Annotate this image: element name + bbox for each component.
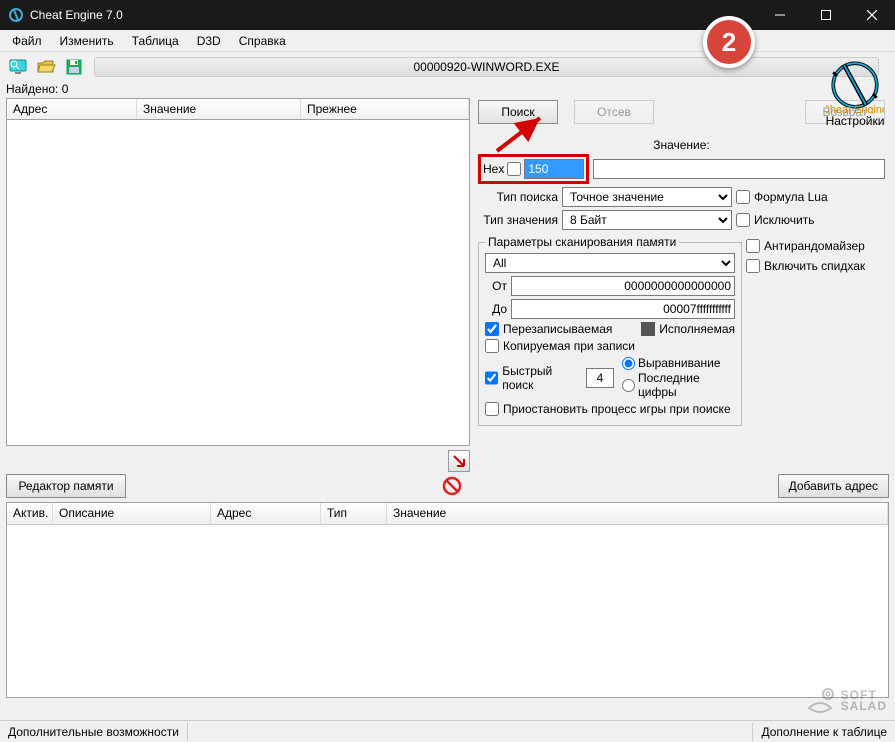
fastscan-value[interactable] — [586, 368, 614, 388]
toolbar: 00000920-WINWORD.EXE — [0, 52, 895, 82]
status-right[interactable]: Дополнение к таблице — [752, 723, 895, 741]
settings-label: Настройки — [819, 114, 891, 128]
executable-label: Исполняемая — [659, 322, 735, 336]
lastdigits-radio[interactable] — [622, 379, 635, 392]
callout-badge: 2 — [703, 16, 755, 68]
lua-formula-label: Формула Lua — [754, 190, 828, 204]
from-input[interactable] — [511, 276, 735, 296]
pause-game-checkbox[interactable] — [485, 402, 499, 416]
scan-type-label: Тип поиска — [478, 190, 558, 204]
antirandomizer-label: Антирандомайзер — [764, 239, 865, 253]
fastscan-label: Быстрый поиск — [502, 364, 582, 392]
status-left[interactable]: Дополнительные возможности — [0, 723, 188, 741]
open-file-icon[interactable] — [34, 55, 58, 79]
statusbar: Дополнительные возможности Дополнение к … — [0, 720, 895, 742]
process-name-bar[interactable]: 00000920-WINWORD.EXE — [94, 57, 879, 77]
col-al-address[interactable]: Адрес — [211, 503, 321, 524]
alignment-label: Выравнивание — [638, 356, 721, 370]
cheat-engine-logo-icon: Cheat Engine — [826, 56, 884, 114]
exclude-checkbox[interactable] — [736, 213, 750, 227]
col-al-value[interactable]: Значение — [387, 503, 888, 524]
menubar: Файл Изменить Таблица D3D Справка — [0, 30, 895, 52]
results-list[interactable] — [6, 120, 470, 446]
value-type-select[interactable]: 8 Байт — [562, 210, 732, 230]
executable-checkbox[interactable] — [641, 322, 655, 336]
scan-value-input-ext[interactable] — [593, 159, 885, 179]
logo-settings[interactable]: Cheat Engine Настройки — [819, 56, 891, 128]
value-input-highlight: Hex — [478, 154, 589, 184]
results-header: Адрес Значение Прежнее — [6, 98, 470, 120]
scan-type-select[interactable]: Точное значение — [562, 187, 732, 207]
value-label: Значение: — [653, 138, 710, 152]
writable-label: Перезаписываемая — [503, 322, 612, 336]
watermark-icon — [803, 684, 837, 718]
lastdigits-label: Последние цифры — [638, 371, 735, 399]
maximize-button[interactable] — [803, 0, 849, 30]
save-icon[interactable] — [62, 55, 86, 79]
titlebar: Cheat Engine 7.0 — [0, 0, 895, 30]
no-entry-icon — [440, 474, 464, 498]
address-list-header: Актив. Описание Адрес Тип Значение — [7, 503, 888, 525]
menu-help[interactable]: Справка — [231, 32, 294, 50]
pause-game-label: Приостановить процесс игры при поиске — [503, 402, 731, 416]
select-process-icon[interactable] — [6, 55, 30, 79]
memscan-legend: Параметры сканирования памяти — [485, 235, 679, 249]
col-address[interactable]: Адрес — [7, 99, 137, 119]
speedhack-label: Включить спидхак — [764, 259, 865, 273]
menu-file[interactable]: Файл — [4, 32, 50, 50]
value-type-label: Тип значения — [478, 213, 558, 227]
minimize-button[interactable] — [757, 0, 803, 30]
col-al-type[interactable]: Тип — [321, 503, 387, 524]
add-address-button[interactable]: Добавить адрес — [778, 474, 889, 498]
menu-table[interactable]: Таблица — [124, 32, 187, 50]
scan-value-input[interactable] — [524, 159, 584, 179]
exclude-label: Исключить — [754, 213, 814, 227]
app-icon — [8, 7, 24, 23]
speedhack-checkbox[interactable] — [746, 259, 760, 273]
watermark: SOFTSALAD — [803, 684, 887, 718]
writable-checkbox[interactable] — [485, 322, 499, 336]
antirandomizer-checkbox[interactable] — [746, 239, 760, 253]
search-button[interactable]: Поиск — [478, 100, 558, 124]
from-label: От — [485, 279, 507, 293]
lua-formula-checkbox[interactable] — [736, 190, 750, 204]
found-count: Найдено: 0 — [0, 82, 895, 96]
cow-label: Копируемая при записи — [503, 339, 635, 353]
col-description[interactable]: Описание — [53, 503, 211, 524]
hex-checkbox[interactable] — [507, 162, 521, 176]
copy-to-addresslist-button[interactable] — [448, 450, 470, 472]
memory-scan-options: Параметры сканирования памяти All От До … — [478, 235, 742, 426]
col-value[interactable]: Значение — [137, 99, 301, 119]
hex-label: Hex — [483, 162, 504, 176]
alignment-radio[interactable] — [622, 357, 635, 370]
to-label: До — [485, 302, 507, 316]
memory-editor-button[interactable]: Редактор памяти — [6, 474, 126, 498]
region-select[interactable]: All — [485, 253, 735, 273]
filter-button[interactable]: Отсев — [574, 100, 654, 124]
to-input[interactable] — [511, 299, 735, 319]
fastscan-checkbox[interactable] — [485, 371, 498, 385]
col-active[interactable]: Актив. — [7, 503, 53, 524]
svg-text:Cheat Engine: Cheat Engine — [826, 104, 884, 114]
window-title: Cheat Engine 7.0 — [30, 8, 757, 22]
col-previous[interactable]: Прежнее — [301, 99, 469, 119]
arrow-down-right-icon — [452, 454, 466, 468]
menu-edit[interactable]: Изменить — [52, 32, 122, 50]
address-list[interactable]: Актив. Описание Адрес Тип Значение — [6, 502, 889, 698]
cow-checkbox[interactable] — [485, 339, 499, 353]
menu-d3d[interactable]: D3D — [189, 32, 229, 50]
close-button[interactable] — [849, 0, 895, 30]
